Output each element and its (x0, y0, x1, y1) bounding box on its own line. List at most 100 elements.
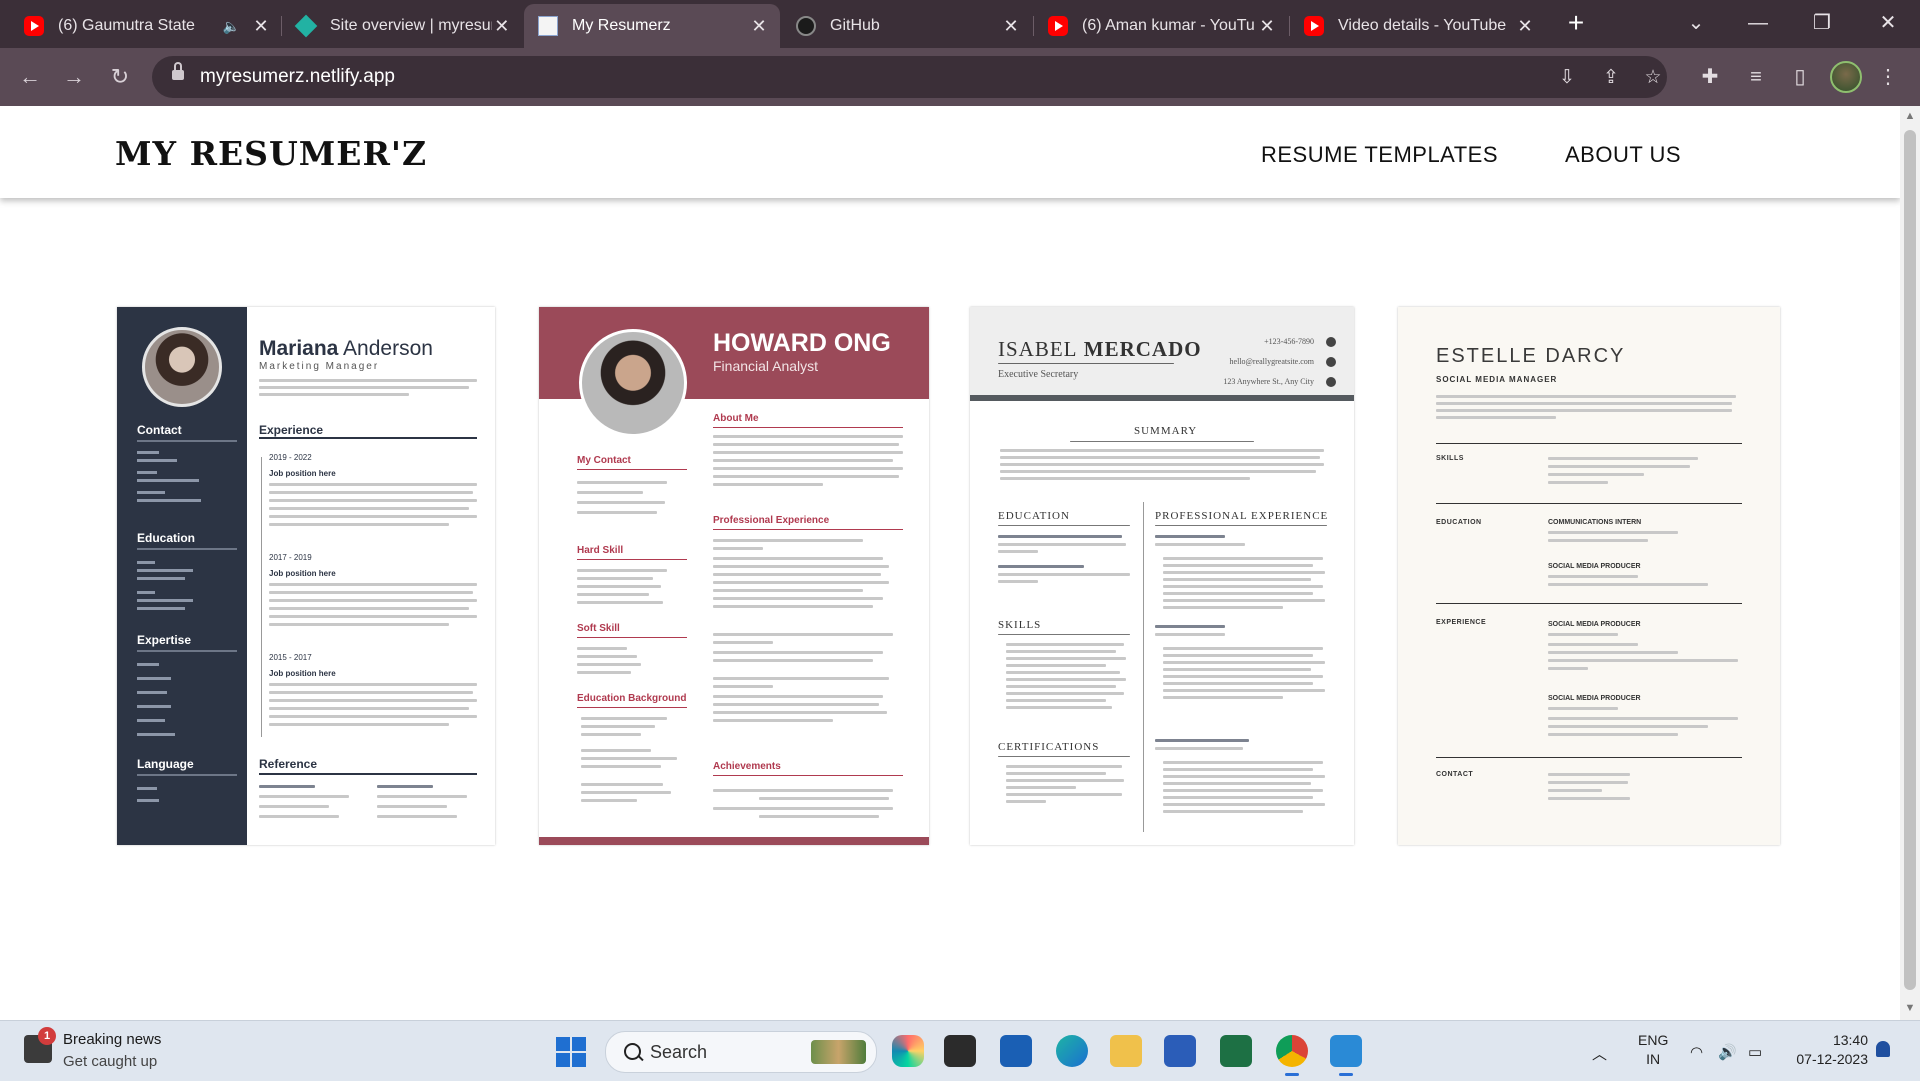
resume-template-card[interactable]: ISABEL MERCADO Executive Secretary +123-… (970, 307, 1354, 845)
vscode-icon[interactable] (1330, 1035, 1362, 1076)
scroll-up-arrow-icon[interactable]: ▲ (1904, 110, 1916, 122)
speaker-muted-icon[interactable]: 🔈 (223, 18, 240, 35)
youtube-icon (24, 16, 44, 36)
news-subtitle[interactable]: Get caught up (63, 1053, 157, 1070)
resume-name: ISABEL MERCADO (998, 337, 1202, 361)
youtube-icon (1304, 16, 1324, 36)
close-tab-icon[interactable]: ✕ (492, 16, 512, 37)
scroll-down-arrow-icon[interactable]: ▼ (1904, 1002, 1916, 1014)
share-icon[interactable]: ⇪ (1598, 65, 1624, 91)
lock-icon[interactable] (172, 62, 184, 80)
tab-search-chevron-icon[interactable]: ⌄ (1674, 6, 1718, 40)
resume-template-card[interactable]: HOWARD ONG Financial Analyst About Me My… (539, 307, 929, 845)
battery-icon[interactable]: ▭ (1748, 1043, 1762, 1061)
tab-my-resumerz[interactable]: My Resumerz ✕ (524, 4, 780, 48)
mail-icon[interactable] (1000, 1035, 1032, 1067)
search-label: Search (650, 1042, 708, 1062)
resume-name: ESTELLE DARCY (1436, 345, 1626, 367)
tab-title: (6) Aman kumar - YouTu (1082, 17, 1255, 34)
back-button[interactable]: ← (14, 61, 46, 93)
chrome-icon[interactable] (1276, 1035, 1308, 1076)
nav-about-us[interactable]: ABOUT US (1565, 142, 1681, 168)
forward-button[interactable]: → (58, 61, 90, 93)
wifi-icon[interactable]: ◠ (1690, 1043, 1703, 1061)
resume-heading: SKILLS (998, 619, 1042, 631)
resume-heading: Education Background (577, 693, 687, 704)
file-explorer-icon[interactable] (1110, 1035, 1142, 1067)
menu-kebab-icon[interactable]: ⋮ (1872, 61, 1904, 93)
nav-resume-templates[interactable]: RESUME TEMPLATES (1261, 142, 1498, 168)
email-icon (1326, 357, 1336, 367)
tab-aman-kumar[interactable]: (6) Aman kumar - YouTu ✕ (1034, 4, 1288, 48)
tab-title: My Resumerz (572, 17, 671, 34)
install-app-icon[interactable]: ⇩ (1554, 65, 1580, 91)
close-window-button[interactable]: ✕ (1866, 6, 1910, 40)
tab-title: GitHub (830, 17, 880, 34)
resume-template-card[interactable]: Contact Education Expertise Language Mar… (117, 307, 495, 845)
resume-heading: My Contact (577, 455, 631, 466)
notification-bell-icon[interactable] (1876, 1041, 1890, 1057)
page-viewport: MY RESUMER'Z RESUME TEMPLATES ABOUT US C… (0, 106, 1900, 1020)
show-hidden-icons-chevron[interactable]: ︿ (1592, 1043, 1607, 1064)
extensions-icon[interactable]: ✚ (1694, 61, 1726, 93)
tab-github[interactable]: GitHub ✕ (782, 4, 1032, 48)
volume-icon[interactable]: 🔊 (1718, 1043, 1737, 1061)
resume-role: Financial Analyst (713, 358, 819, 374)
search-icon (624, 1043, 641, 1060)
close-tab-icon[interactable]: ✕ (250, 16, 272, 37)
resume-heading: About Me (713, 413, 759, 424)
tab-title: Video details - YouTube (1338, 17, 1507, 34)
close-tab-icon[interactable]: ✕ (748, 16, 770, 37)
resume-heading: Soft Skill (577, 623, 620, 634)
resume-heading: Reference (259, 757, 318, 771)
clock[interactable]: 13:40 07-12-2023 (1788, 1031, 1868, 1069)
resume-heading: EXPERIENCE (1436, 619, 1487, 626)
restore-button[interactable]: ❐ (1800, 6, 1844, 40)
resume-role: SOCIAL MEDIA MANAGER (1436, 375, 1558, 384)
reload-button[interactable]: ↻ (104, 61, 136, 93)
tab-site-overview[interactable]: Site overview | myresum ✕ (282, 4, 522, 48)
taskbar-search[interactable]: Search (605, 1031, 877, 1073)
media-queue-icon[interactable]: ≡ (1740, 61, 1772, 93)
tab-strip: (6) Gaumutra State 🔈 ✕ Site overview | m… (0, 0, 1920, 48)
site-logo[interactable]: MY RESUMER'Z (115, 134, 427, 173)
start-button[interactable] (556, 1037, 586, 1067)
side-panel-icon[interactable]: ▯ (1784, 61, 1816, 93)
resume-heading: Achievements (713, 761, 781, 772)
tab-title: (6) Gaumutra State (58, 17, 195, 34)
youtube-icon (1048, 16, 1068, 36)
notification-badge: 1 (38, 1027, 56, 1045)
netlify-icon (294, 14, 318, 38)
excel-icon[interactable] (1220, 1035, 1252, 1067)
bookmark-star-icon[interactable]: ☆ (1640, 65, 1666, 91)
tab-video-details[interactable]: Video details - YouTube ✕ (1290, 4, 1546, 48)
close-tab-icon[interactable]: ✕ (1514, 16, 1536, 37)
address-bar[interactable]: myresumerz.netlify.app ⇩ ⇪ ☆ (152, 56, 1667, 98)
input-language[interactable]: ENG IN (1638, 1031, 1668, 1069)
resume-role: Marketing Manager (259, 361, 380, 372)
scrollbar-thumb[interactable] (1904, 130, 1916, 990)
profile-avatar[interactable] (1830, 61, 1862, 93)
edge-browser-icon[interactable] (1056, 1035, 1088, 1067)
close-tab-icon[interactable]: ✕ (1256, 16, 1278, 37)
resume-template-card[interactable]: ESTELLE DARCY SOCIAL MEDIA MANAGER SKILL… (1398, 307, 1780, 845)
resume-heading: Experience (259, 423, 324, 437)
resume-heading: CONTACT (1436, 771, 1474, 778)
minimize-button[interactable]: — (1736, 6, 1780, 40)
profile-photo (142, 327, 222, 407)
close-tab-icon[interactable]: ✕ (1000, 16, 1022, 37)
new-tab-button[interactable]: + (1560, 8, 1592, 40)
tab-gaumutra[interactable]: (6) Gaumutra State 🔈 ✕ (10, 4, 282, 48)
microsoft-store-icon[interactable] (1164, 1035, 1196, 1067)
news-title[interactable]: Breaking news (63, 1031, 161, 1048)
profile-photo (579, 329, 687, 437)
resume-sidebar: Contact Education Expertise Language (117, 307, 247, 845)
site-header: MY RESUMER'Z RESUME TEMPLATES ABOUT US (0, 106, 1900, 198)
resume-heading: PROFESSIONAL EXPERIENCE (1155, 510, 1329, 522)
location-icon (1326, 377, 1336, 387)
copilot-icon[interactable] (892, 1035, 924, 1067)
task-view-icon[interactable] (944, 1035, 976, 1067)
url-text[interactable]: myresumerz.netlify.app (200, 66, 395, 88)
resume-heading: Language (137, 757, 194, 771)
page-scrollbar[interactable]: ▲ ▼ (1900, 106, 1920, 1020)
